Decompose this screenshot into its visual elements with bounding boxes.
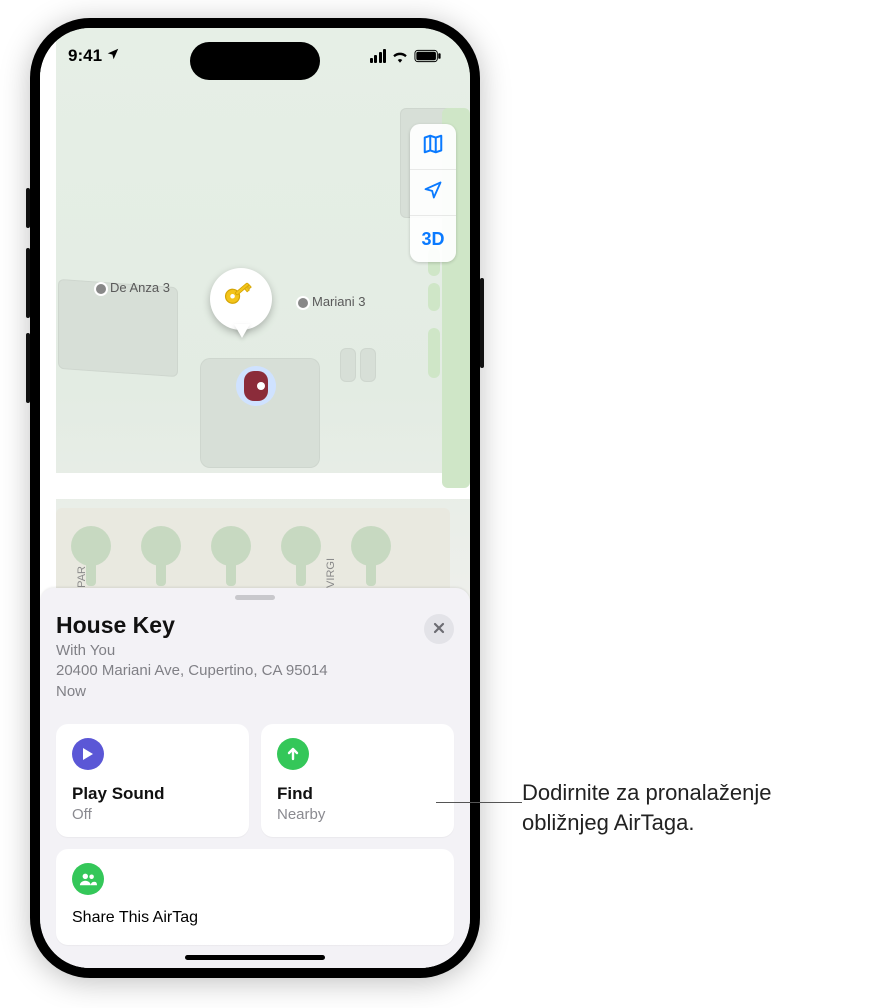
map-poi-deanza: De Anza 3 bbox=[96, 280, 170, 295]
sheet-grabber[interactable] bbox=[235, 595, 275, 600]
action-row: Play Sound Off Find Nearby bbox=[56, 724, 454, 837]
volume-up-button bbox=[26, 248, 30, 318]
wifi-icon bbox=[391, 49, 409, 63]
key-icon bbox=[221, 277, 261, 322]
home-indicator[interactable] bbox=[185, 955, 325, 960]
play-sound-card[interactable]: Play Sound Off bbox=[56, 724, 249, 837]
mute-switch bbox=[26, 188, 30, 228]
poi-dot-icon bbox=[298, 298, 308, 308]
find-card[interactable]: Find Nearby bbox=[261, 724, 454, 837]
status-right bbox=[370, 49, 443, 63]
status-time: 9:41 bbox=[68, 46, 102, 66]
callout-text: Dodirnite za pronalaženje obližnjeg AirT… bbox=[522, 778, 772, 837]
find-title: Find bbox=[277, 784, 438, 804]
road-label-virgi: VIRGI bbox=[325, 558, 337, 588]
close-icon bbox=[433, 619, 445, 639]
share-title: Share This AirTag bbox=[72, 909, 438, 927]
poi-dot-icon bbox=[96, 284, 106, 294]
share-airtag-card[interactable]: Share This AirTag bbox=[56, 849, 454, 945]
status-left: 9:41 bbox=[68, 46, 120, 66]
find-sub: Nearby bbox=[277, 806, 438, 823]
dynamic-island bbox=[190, 42, 320, 80]
user-location-marker[interactable] bbox=[236, 366, 276, 406]
locate-me-button[interactable] bbox=[410, 170, 456, 216]
location-arrow-icon bbox=[106, 46, 120, 66]
sheet-header: House Key With You 20400 Mariani Ave, Cu… bbox=[56, 612, 454, 702]
map-controls: 3D bbox=[410, 124, 456, 262]
item-location-pin[interactable] bbox=[210, 268, 280, 358]
play-icon bbox=[72, 738, 104, 770]
item-title: House Key bbox=[56, 612, 454, 639]
map-type-button[interactable] bbox=[410, 124, 456, 170]
map-poi-mariani: Mariani 3 bbox=[298, 294, 365, 309]
play-sound-title: Play Sound bbox=[72, 784, 233, 804]
side-button bbox=[480, 278, 484, 368]
arrow-up-icon bbox=[277, 738, 309, 770]
close-button[interactable] bbox=[424, 614, 454, 644]
callout-leader-line bbox=[436, 802, 522, 803]
cellular-icon bbox=[370, 49, 387, 63]
people-icon bbox=[72, 863, 104, 895]
map-3d-button[interactable]: 3D bbox=[410, 216, 456, 262]
3d-label: 3D bbox=[421, 229, 444, 250]
phone-screen: 9:41 bbox=[40, 28, 470, 968]
road-label-par: PAR bbox=[76, 566, 88, 588]
location-arrow-icon bbox=[423, 180, 443, 205]
play-sound-sub: Off bbox=[72, 806, 233, 823]
item-subtitle: With You 20400 Mariani Ave, Cupertino, C… bbox=[56, 641, 454, 702]
volume-down-button bbox=[26, 333, 30, 403]
battery-icon bbox=[414, 49, 442, 63]
phone-frame: 9:41 bbox=[30, 18, 480, 978]
bag-icon bbox=[244, 371, 268, 401]
map-icon bbox=[422, 133, 444, 160]
item-detail-sheet[interactable]: House Key With You 20400 Mariani Ave, Cu… bbox=[40, 588, 470, 968]
map-view[interactable]: PAR VIRGI De Anza 3 Mariani 3 bbox=[40, 28, 470, 638]
